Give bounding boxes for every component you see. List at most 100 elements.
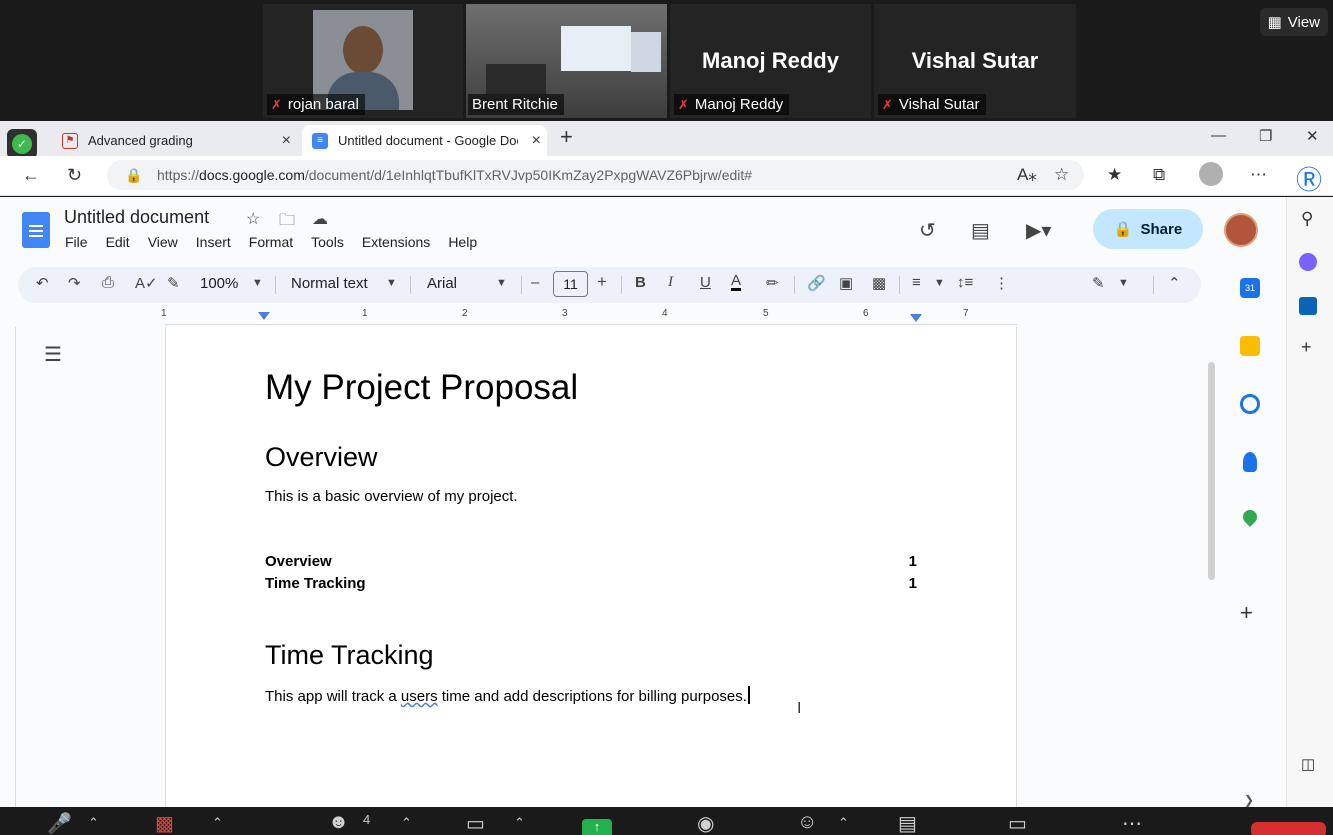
collapse-menus-icon[interactable]: ⌃ xyxy=(1168,274,1181,292)
left-indent-marker[interactable] xyxy=(258,312,270,320)
heading-time-tracking[interactable]: Time Tracking xyxy=(265,640,434,671)
share-screen-icon[interactable]: ↑ xyxy=(582,819,612,835)
spellcheck-flagged-word[interactable]: users xyxy=(401,688,438,705)
menu-view[interactable]: View xyxy=(148,234,178,250)
menu-help[interactable]: Help xyxy=(448,234,477,250)
menu-extensions[interactable]: Extensions xyxy=(362,234,430,250)
editing-mode-icon[interactable]: ✎ xyxy=(1092,274,1105,292)
paragraph-style-select[interactable]: Normal text xyxy=(291,275,368,292)
menu-format[interactable]: Format xyxy=(249,234,293,250)
print-icon[interactable]: ⎙ xyxy=(102,274,114,291)
sidebar-toggle-icon[interactable]: ◫ xyxy=(1301,755,1315,773)
more-icon[interactable]: ⋯ xyxy=(1250,165,1267,185)
new-tab-button[interactable]: + xyxy=(560,124,573,150)
text-color-icon[interactable]: A xyxy=(731,273,742,291)
keep-icon[interactable] xyxy=(1240,336,1260,356)
whiteboard-icon[interactable]: ▭ xyxy=(1008,811,1027,835)
chevron-up-icon[interactable]: ⌃ xyxy=(838,815,849,831)
copilot-sidebar-icon[interactable] xyxy=(1299,253,1317,271)
google-docs-logo[interactable] xyxy=(22,212,50,248)
add-comment-icon[interactable]: ▣ xyxy=(839,274,853,292)
vertical-scrollbar[interactable] xyxy=(1208,362,1215,580)
highlight-icon[interactable]: ✏ xyxy=(766,274,779,292)
reload-icon[interactable]: ↻ xyxy=(67,165,82,186)
back-icon[interactable]: ← xyxy=(22,165,40,186)
close-tab-icon[interactable]: × xyxy=(532,132,541,150)
chevron-up-icon[interactable]: ⌃ xyxy=(514,815,525,831)
participant-tile[interactable]: ✗ rojan baral xyxy=(263,4,463,118)
favorites-icon[interactable]: ★ xyxy=(1107,165,1122,185)
end-meeting-button[interactable] xyxy=(1251,822,1326,835)
participants-icon[interactable]: ☻ xyxy=(328,811,349,834)
document-title[interactable]: Untitled document xyxy=(64,207,209,228)
paint-format-icon[interactable]: ✎ xyxy=(167,274,180,292)
more-options-icon[interactable]: ⋮ xyxy=(994,274,1009,292)
browser-tab-active[interactable]: ≡ Untitled document - Google Doc × xyxy=(302,125,547,156)
menu-edit[interactable]: Edit xyxy=(106,234,130,250)
toc-entry[interactable]: Overview 1 xyxy=(265,553,917,570)
font-select[interactable]: Arial xyxy=(427,275,457,292)
participant-tile[interactable]: Manoj Reddy ✗ Manoj Reddy xyxy=(670,4,871,118)
menu-file[interactable]: File xyxy=(65,234,88,250)
chevron-right-icon[interactable]: ❯ xyxy=(1244,793,1254,807)
document-outline-icon[interactable]: ☰ xyxy=(44,342,62,367)
video-off-icon[interactable]: ▩ xyxy=(155,811,174,835)
tasks-icon[interactable] xyxy=(1240,394,1260,414)
chevron-up-icon[interactable]: ⌃ xyxy=(88,815,99,831)
menu-insert[interactable]: Insert xyxy=(196,234,231,250)
underline-icon[interactable]: U xyxy=(700,274,711,291)
zoom-view-button[interactable]: ▦ View xyxy=(1259,8,1328,36)
decrease-font-icon[interactable]: – xyxy=(531,274,539,291)
comments-icon[interactable]: ▤ xyxy=(971,218,990,243)
link-icon[interactable]: 🔗 xyxy=(807,274,826,292)
mute-icon[interactable]: 🎤 xyxy=(47,811,72,835)
meet-icon[interactable]: ▶▾ xyxy=(1026,218,1051,243)
chat-icon[interactable]: ▭ xyxy=(466,811,485,835)
add-icon[interactable]: + xyxy=(1301,337,1312,358)
record-icon[interactable]: ◉ xyxy=(697,811,714,835)
align-left-icon[interactable]: ≡ xyxy=(912,274,921,291)
account-avatar[interactable] xyxy=(1224,213,1258,247)
insert-image-icon[interactable]: ▩ xyxy=(872,274,886,292)
chevron-up-icon[interactable]: ⌃ xyxy=(401,815,412,831)
calendar-icon[interactable]: 31 xyxy=(1240,278,1260,298)
browser-tab[interactable]: ⚑ Advanced grading × xyxy=(52,125,297,156)
address-bar[interactable]: 🔒 https://docs.google.com/document/d/1eI… xyxy=(107,160,1084,190)
font-size-input[interactable]: 11 xyxy=(553,271,588,297)
version-history-icon[interactable]: ↺ xyxy=(919,218,936,243)
spellcheck-icon[interactable]: A✓ xyxy=(135,274,158,292)
paragraph-time-tracking[interactable]: This app will track a users time and add… xyxy=(265,686,750,705)
profile-avatar[interactable] xyxy=(1199,162,1223,186)
get-addons-icon[interactable]: + xyxy=(1240,600,1253,626)
reactions-icon[interactable]: ☺ xyxy=(797,811,817,834)
read-aloud-icon[interactable]: A⁎ xyxy=(1017,165,1037,185)
maximize-icon[interactable]: ❐ xyxy=(1259,127,1272,145)
contacts-icon[interactable] xyxy=(1243,452,1257,472)
close-tab-icon[interactable]: × xyxy=(282,132,291,150)
security-extension-icon[interactable]: ✓ xyxy=(7,129,37,159)
more-icon[interactable]: ⋯ xyxy=(1122,811,1142,835)
outlook-icon[interactable] xyxy=(1299,297,1317,315)
participant-tile[interactable]: Brent Ritchie xyxy=(466,4,667,118)
right-indent-marker[interactable] xyxy=(910,314,922,322)
participant-tile[interactable]: Vishal Sutar ✗ Vishal Sutar xyxy=(874,4,1076,118)
minimize-icon[interactable]: — xyxy=(1211,127,1226,144)
line-spacing-icon[interactable]: ↕≡ xyxy=(957,274,973,291)
paragraph-overview[interactable]: This is a basic overview of my project. xyxy=(265,488,518,505)
close-window-icon[interactable]: ✕ xyxy=(1306,127,1319,145)
italic-icon[interactable]: I xyxy=(668,274,673,291)
doc-title-text[interactable]: My Project Proposal xyxy=(265,368,578,408)
redo-icon[interactable]: ↷ xyxy=(68,274,81,292)
collections-icon[interactable]: ⧉ xyxy=(1153,165,1165,185)
share-button[interactable]: 🔒 Share xyxy=(1093,209,1203,249)
menu-tools[interactable]: Tools xyxy=(311,234,344,250)
toc-label[interactable]: Time Tracking xyxy=(265,575,366,592)
toc-entry[interactable]: Time Tracking 1 xyxy=(265,575,917,592)
chevron-up-icon[interactable]: ⌃ xyxy=(212,815,223,831)
copilot-icon[interactable]: Ⓡ xyxy=(1296,160,1322,197)
move-folder-icon[interactable]: 🗀 xyxy=(279,209,295,236)
increase-font-icon[interactable]: + xyxy=(597,272,607,292)
search-icon[interactable]: ⚲ xyxy=(1301,209,1313,229)
apps-icon[interactable]: ▤ xyxy=(898,811,917,835)
bold-icon[interactable]: B xyxy=(635,274,646,291)
